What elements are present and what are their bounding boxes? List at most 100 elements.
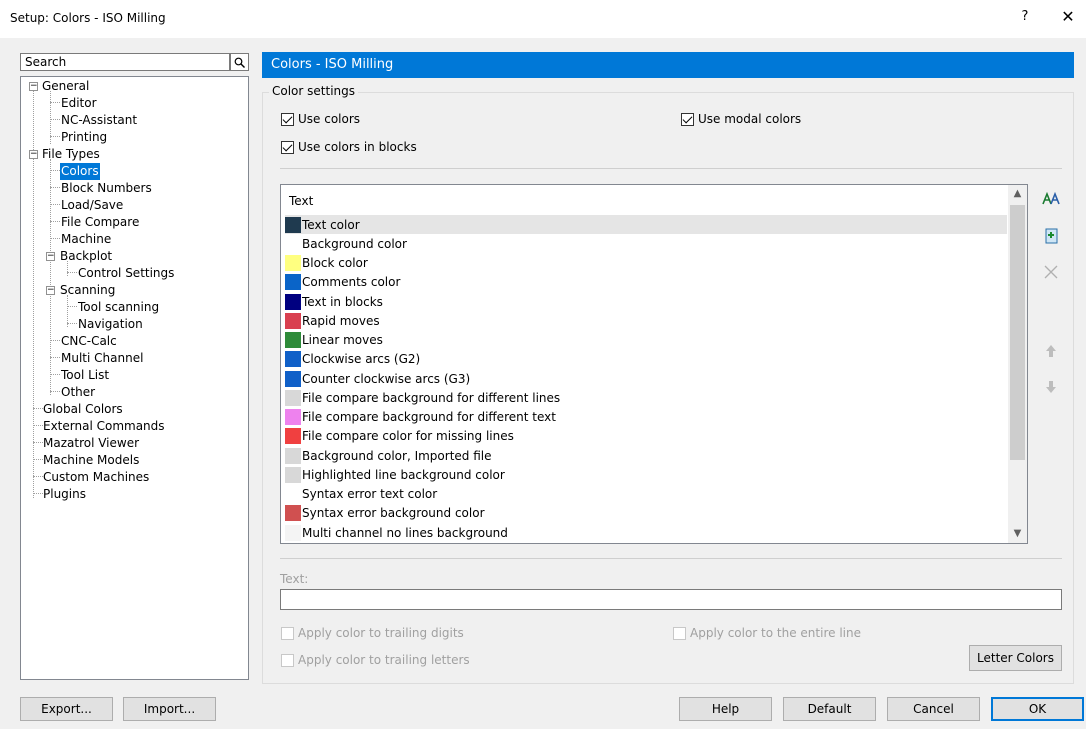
- color-list-item[interactable]: Text color: [285, 215, 1007, 234]
- scrollbar-thumb[interactable]: [1010, 205, 1025, 460]
- color-swatch: [285, 312, 301, 329]
- tree-item-control-settings[interactable]: Control Settings: [78, 265, 174, 282]
- tree-item-scanning[interactable]: Scanning: [60, 282, 115, 299]
- color-item-label: Background color, Imported file: [302, 448, 492, 463]
- list-scrollbar[interactable]: ▲ ▼: [1008, 185, 1027, 543]
- color-item-label: Text color: [302, 217, 360, 232]
- color-swatch: [285, 505, 301, 522]
- add-item-button[interactable]: [1038, 223, 1064, 248]
- color-list-item[interactable]: File compare background for different te…: [285, 408, 1007, 427]
- apply-entire-line-checkbox[interactable]: Apply color to the entire line: [673, 626, 861, 640]
- checkbox-label: Apply color to the entire line: [690, 626, 861, 640]
- import-button[interactable]: Import...: [123, 697, 216, 721]
- color-list-item[interactable]: Background color: [285, 234, 1007, 253]
- color-swatch: [285, 351, 301, 368]
- checkbox-label: Use colors: [298, 112, 361, 126]
- tree-item-machine-models[interactable]: Machine Models: [43, 452, 139, 469]
- color-list-item[interactable]: Syntax error text color: [285, 485, 1007, 504]
- use-colors-in-blocks-checkbox[interactable]: Use colors in blocks: [281, 140, 417, 154]
- color-list-item[interactable]: Multi channel no lines background: [285, 523, 1007, 542]
- color-item-label: Comments color: [302, 275, 401, 290]
- tree-item-machine[interactable]: Machine: [61, 231, 111, 248]
- delete-item-button[interactable]: [1038, 259, 1064, 284]
- color-list-item[interactable]: Block color: [285, 254, 1007, 273]
- tree-item-backplot[interactable]: Backplot: [60, 248, 112, 265]
- checkbox-label: Apply color to trailing digits: [298, 626, 464, 640]
- tree-item-file-compare[interactable]: File Compare: [61, 214, 139, 231]
- move-up-button[interactable]: [1038, 338, 1064, 363]
- checkbox-box[interactable]: [281, 140, 294, 154]
- tree-item-tool-scanning[interactable]: Tool scanning: [78, 299, 159, 316]
- group-label: Color settings: [269, 84, 358, 98]
- collapse-icon[interactable]: −: [46, 252, 55, 261]
- arrow-up-icon: [1046, 344, 1056, 357]
- tree-item-nc-assistant[interactable]: NC-Assistant: [61, 112, 137, 129]
- collapse-icon[interactable]: −: [29, 82, 38, 91]
- color-list-item[interactable]: Background color, Imported file: [285, 446, 1007, 465]
- color-list-item[interactable]: File compare color for missing lines: [285, 427, 1007, 446]
- checkbox-box[interactable]: [281, 626, 294, 640]
- tree-item-custom-machines[interactable]: Custom Machines: [43, 469, 149, 486]
- tree-item-load-save[interactable]: Load/Save: [61, 197, 123, 214]
- tree-item-navigation[interactable]: Navigation: [78, 316, 143, 333]
- color-list-item[interactable]: Linear moves: [285, 331, 1007, 350]
- help-button[interactable]: Help: [679, 697, 772, 721]
- color-list-item[interactable]: Counter clockwise arcs (G3): [285, 369, 1007, 388]
- checkbox-box[interactable]: [673, 626, 686, 640]
- help-title-button[interactable]: ?: [1018, 9, 1032, 24]
- collapse-icon[interactable]: −: [46, 286, 55, 295]
- search-button[interactable]: [230, 53, 249, 71]
- scroll-down-icon[interactable]: ▼: [1008, 525, 1027, 543]
- checkbox-box[interactable]: [281, 112, 294, 126]
- color-item-label: Text in blocks: [302, 294, 383, 309]
- color-list-item[interactable]: Syntax error background color: [285, 504, 1007, 523]
- ok-button[interactable]: OK: [991, 697, 1084, 721]
- scroll-up-icon[interactable]: ▲: [1008, 185, 1027, 203]
- color-swatch: [285, 466, 301, 483]
- color-item-list[interactable]: Text Text color Background color Block col…: [280, 184, 1028, 544]
- collapse-icon[interactable]: −: [29, 150, 38, 159]
- use-modal-colors-checkbox[interactable]: Use modal colors: [681, 112, 801, 126]
- tree-item-colors[interactable]: Colors: [60, 163, 100, 180]
- apply-trailing-letters-checkbox[interactable]: Apply color to trailing letters: [281, 653, 470, 667]
- color-list-item[interactable]: File compare background for different li…: [285, 388, 1007, 407]
- color-swatch: [285, 274, 301, 291]
- tree-item-general[interactable]: General: [42, 78, 89, 95]
- tree-item-external-commands[interactable]: External Commands: [43, 418, 165, 435]
- letter-colors-button[interactable]: Letter Colors: [969, 645, 1062, 671]
- tree-item-printing[interactable]: Printing: [61, 129, 107, 146]
- tree-item-block-numbers[interactable]: Block Numbers: [61, 180, 152, 197]
- checkbox-label: Apply color to trailing letters: [298, 653, 470, 667]
- use-colors-checkbox[interactable]: Use colors: [281, 112, 360, 126]
- move-down-button[interactable]: [1038, 374, 1064, 399]
- color-list-item[interactable]: Highlighted line background color: [285, 465, 1007, 484]
- text-input[interactable]: [280, 589, 1062, 610]
- color-list-item[interactable]: Clockwise arcs (G2): [285, 350, 1007, 369]
- apply-trailing-digits-checkbox[interactable]: Apply color to trailing digits: [281, 626, 464, 640]
- color-swatch: [285, 524, 301, 541]
- color-item-label: Syntax error background color: [302, 506, 485, 521]
- color-list-item[interactable]: Text in blocks: [285, 292, 1007, 311]
- checkbox-box[interactable]: [281, 653, 294, 667]
- settings-tree[interactable]: − − − − General Editor NC-Assistant Prin…: [20, 76, 249, 680]
- default-button[interactable]: Default: [783, 697, 876, 721]
- tree-item-other[interactable]: Other: [61, 384, 95, 401]
- tree-item-multi-channel[interactable]: Multi Channel: [61, 350, 143, 367]
- tree-item-mazatrol-viewer[interactable]: Mazatrol Viewer: [43, 435, 139, 452]
- close-icon[interactable]: ✕: [1060, 7, 1076, 26]
- cancel-button[interactable]: Cancel: [887, 697, 980, 721]
- color-item-label: Rapid moves: [302, 313, 380, 328]
- tree-item-tool-list[interactable]: Tool List: [61, 367, 109, 384]
- tree-item-file-types[interactable]: File Types: [42, 146, 100, 163]
- search-input[interactable]: Search: [20, 53, 230, 71]
- color-list-item[interactable]: Rapid moves: [285, 311, 1007, 330]
- font-style-button[interactable]: [1038, 186, 1064, 211]
- tree-item-plugins[interactable]: Plugins: [43, 486, 86, 503]
- checkbox-box[interactable]: [681, 112, 694, 126]
- color-list-item[interactable]: Comments color: [285, 273, 1007, 292]
- tree-item-cnc-calc[interactable]: CNC-Calc: [61, 333, 117, 350]
- tree-item-editor[interactable]: Editor: [61, 95, 97, 112]
- color-swatch: [285, 235, 301, 252]
- tree-item-global-colors[interactable]: Global Colors: [43, 401, 123, 418]
- export-button[interactable]: Export...: [20, 697, 113, 721]
